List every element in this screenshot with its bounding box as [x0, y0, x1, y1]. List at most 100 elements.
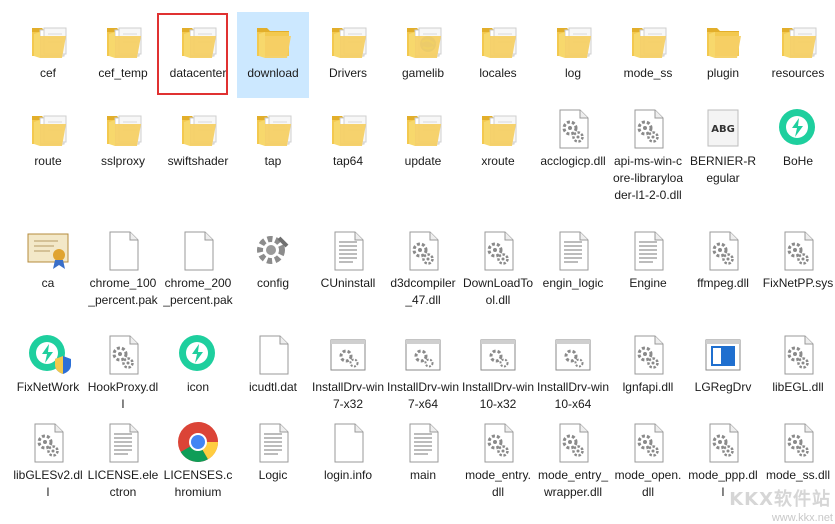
settings-window-icon [549, 330, 597, 378]
file-item[interactable]: InstallDrv-win10-x64 [537, 326, 609, 413]
file-label: ffmpeg.dll [697, 276, 749, 290]
file-item[interactable]: libGLESv2.dll [12, 414, 84, 501]
file-item[interactable]: plugin [687, 12, 759, 82]
file-item[interactable]: xroute [462, 100, 534, 170]
file-label: CUninstall [320, 276, 376, 290]
file-item[interactable]: DownLoadTool.dll [462, 222, 534, 309]
file-item[interactable]: icudtl.dat [237, 326, 309, 396]
file-label: api-ms-win-core-libraryloader-l1-2-0.dll [612, 154, 684, 202]
settings-window-icon [399, 330, 447, 378]
file-item[interactable]: resources [762, 12, 834, 82]
gear-file-icon [774, 330, 822, 378]
folder-icon [699, 16, 747, 64]
folder-icon [324, 16, 372, 64]
gear-file-icon [624, 104, 672, 152]
file-item[interactable]: ca [12, 222, 84, 292]
folder-icon [174, 16, 222, 64]
file-item[interactable]: Logic [237, 414, 309, 484]
file-item[interactable]: gamelib [387, 12, 459, 82]
file-item[interactable]: download [237, 12, 309, 98]
folder-icon [324, 104, 372, 152]
folder-icon [624, 16, 672, 64]
file-item[interactable]: ffmpeg.dll [687, 222, 759, 292]
file-item[interactable]: log [537, 12, 609, 82]
file-item[interactable]: config [237, 222, 309, 292]
file-item[interactable]: mode_entry.dll [462, 414, 534, 501]
file-item[interactable]: sslproxy [87, 100, 159, 170]
file-item[interactable]: api-ms-win-core-libraryloader-l1-2-0.dll [612, 100, 684, 204]
file-item[interactable]: Drivers [312, 12, 384, 82]
file-label: tap64 [332, 154, 364, 168]
file-item[interactable]: locales [462, 12, 534, 82]
folder-icon [99, 16, 147, 64]
file-item[interactable]: FixNetPP.sys [762, 222, 834, 292]
file-item[interactable]: InstallDrv-win10-x32 [462, 326, 534, 413]
file-item[interactable]: mode_ss.dll [762, 414, 834, 484]
file-label: FixNetWork [16, 380, 80, 394]
file-label: HookProxy.dll [87, 380, 159, 411]
file-item[interactable]: InstallDrv-win7-x64 [387, 326, 459, 413]
file-item[interactable]: route [12, 100, 84, 170]
file-item[interactable]: swiftshader [162, 100, 234, 170]
file-label: mode_ppp.dll [688, 468, 758, 499]
file-item[interactable]: Engine [612, 222, 684, 292]
file-item[interactable]: LGRegDrv [687, 326, 759, 396]
file-label: InstallDrv-win10-x32 [462, 380, 535, 411]
file-item[interactable]: chrome_100_percent.pak [87, 222, 159, 309]
file-item[interactable]: d3dcompiler_47.dll [387, 222, 459, 309]
gear-file-icon [774, 226, 822, 274]
file-label: gamelib [401, 66, 445, 80]
file-item[interactable]: HookProxy.dll [87, 326, 159, 413]
file-item[interactable]: mode_ppp.dll [687, 414, 759, 501]
file-item[interactable]: lgnfapi.dll [612, 326, 684, 396]
file-item[interactable]: engin_logic [537, 222, 609, 292]
file-item[interactable]: tap64 [312, 100, 384, 170]
gear-file-icon [24, 418, 72, 466]
file-label: chrome_100_percent.pak [88, 276, 158, 307]
svg-text:ABG: ABG [711, 124, 735, 135]
gear-file-icon [624, 418, 672, 466]
file-item[interactable]: cef [12, 12, 84, 82]
file-item[interactable]: CUninstall [312, 222, 384, 292]
file-item[interactable]: InstallDrv-win7-x32 [312, 326, 384, 413]
file-label: acclogicp.dll [540, 154, 606, 168]
file-item[interactable]: ABG BERNIER-Regular [687, 100, 759, 187]
file-label: engin_logic [542, 276, 604, 290]
app-window-icon [699, 330, 747, 378]
file-label: xroute [481, 154, 515, 168]
file-item[interactable]: chrome_200_percent.pak [162, 222, 234, 309]
file-item[interactable]: icon [162, 326, 234, 396]
file-item[interactable]: acclogicp.dll [537, 100, 609, 170]
text-file-icon [249, 418, 297, 466]
file-item[interactable]: BoHe [762, 100, 834, 170]
file-item[interactable]: main [387, 414, 459, 484]
file-item[interactable]: mode_open.dll [612, 414, 684, 501]
folder-icon [24, 16, 72, 64]
file-label: icon [186, 380, 209, 394]
file-item[interactable]: LICENSES.chromium [162, 414, 234, 501]
file-label: libGLESv2.dll [13, 468, 83, 499]
file-label: log [564, 66, 581, 80]
file-item[interactable]: cef_temp [87, 12, 159, 82]
file-item[interactable]: mode_ss [612, 12, 684, 82]
file-item[interactable]: mode_entry_wrapper.dll [537, 414, 609, 501]
gear-file-icon [549, 418, 597, 466]
folder-icon [474, 16, 522, 64]
config-gear-icon [249, 226, 297, 274]
file-item[interactable]: datacenter [162, 12, 234, 82]
file-item[interactable]: LICENSE.electron [87, 414, 159, 501]
certificate-icon [24, 226, 72, 274]
chrome-icon [174, 418, 222, 466]
file-item[interactable]: login.info [312, 414, 384, 484]
globe-folder-icon [399, 16, 447, 64]
blank-file-icon [174, 226, 222, 274]
file-item[interactable]: tap [237, 100, 309, 170]
file-item[interactable]: update [387, 100, 459, 170]
file-item[interactable]: libEGL.dll [762, 326, 834, 396]
file-label: LGRegDrv [694, 380, 752, 394]
file-label: login.info [323, 468, 373, 482]
text-file-icon [624, 226, 672, 274]
folder-icon [774, 16, 822, 64]
file-label: sslproxy [100, 154, 145, 168]
file-item[interactable]: FixNetWork [12, 326, 84, 396]
